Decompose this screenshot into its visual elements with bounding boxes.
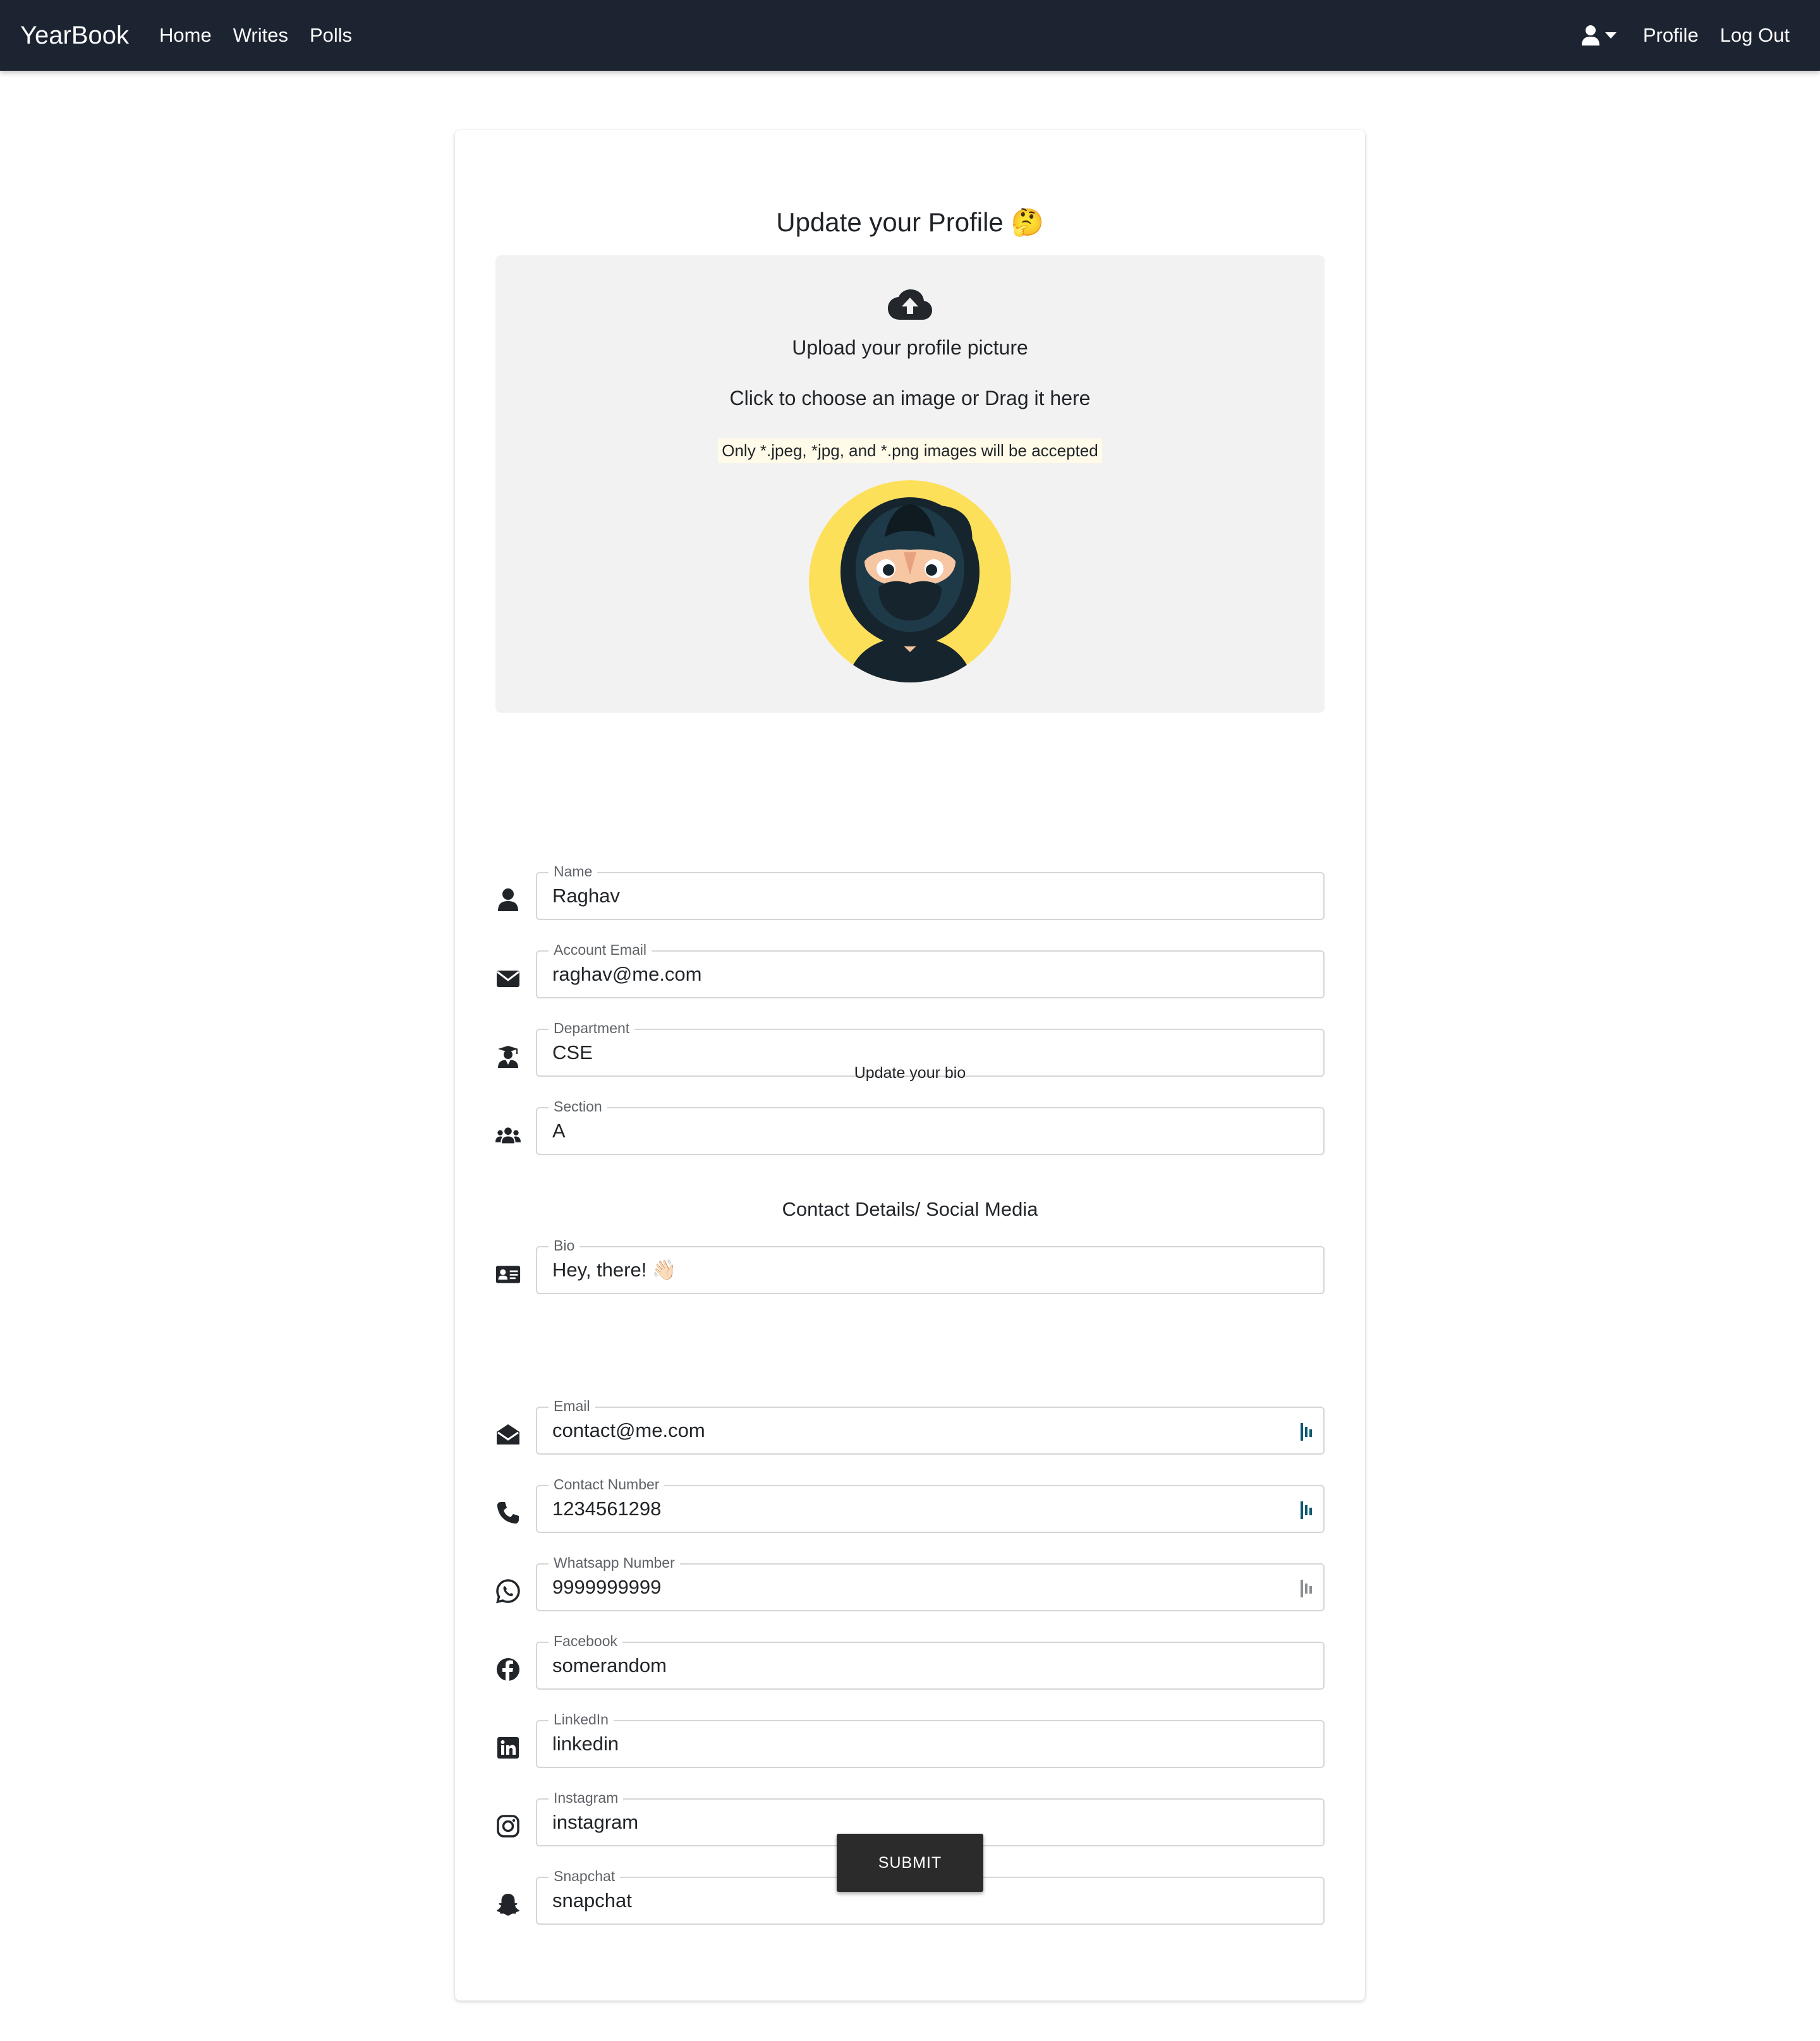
snapchat-label: Snapchat bbox=[549, 1867, 621, 1886]
ninja-avatar-image bbox=[809, 480, 1011, 682]
nav-link-profile[interactable]: Profile bbox=[1643, 24, 1699, 47]
upload-note: Only *.jpeg, *jpg, and *.png images will… bbox=[718, 439, 1102, 463]
section-input[interactable]: A bbox=[552, 1118, 566, 1144]
nav-link-logout[interactable]: Log Out bbox=[1720, 24, 1790, 47]
chevron-down-icon bbox=[1605, 32, 1617, 39]
linkedin-input[interactable]: linkedin bbox=[552, 1731, 619, 1757]
whatsapp-label: Whatsapp Number bbox=[549, 1553, 680, 1572]
envelope-open-icon bbox=[494, 1420, 522, 1448]
instagram-input[interactable]: instagram bbox=[552, 1810, 638, 1835]
contact-email-label: Email bbox=[549, 1396, 595, 1415]
nav-link-writes[interactable]: Writes bbox=[233, 24, 288, 47]
whatsapp-field[interactable]: Whatsapp Number 9999999999 bbox=[536, 1553, 1325, 1611]
submit-button[interactable]: SUBMIT bbox=[837, 1834, 983, 1892]
envelope-icon bbox=[494, 964, 522, 992]
contact-number-label: Contact Number bbox=[549, 1475, 665, 1494]
snapchat-input[interactable]: snapchat bbox=[552, 1888, 632, 1913]
instagram-label: Instagram bbox=[549, 1788, 624, 1807]
id-card-icon bbox=[494, 1260, 522, 1288]
facebook-input[interactable]: somerandom bbox=[552, 1653, 667, 1678]
facebook-icon bbox=[494, 1656, 522, 1683]
linkedin-field[interactable]: LinkedIn linkedin bbox=[536, 1710, 1325, 1768]
section-row: Section A bbox=[455, 1097, 1365, 1155]
linkedin-row: LinkedIn linkedin bbox=[455, 1710, 1365, 1768]
section-label: Section bbox=[549, 1097, 607, 1116]
contact-number-input[interactable]: 1234561298 bbox=[552, 1496, 661, 1522]
bio-label: Bio bbox=[549, 1236, 580, 1255]
avatar bbox=[809, 480, 1011, 682]
name-field[interactable]: Name Raghav bbox=[536, 862, 1325, 920]
contact-number-row: Contact Number 1234561298 bbox=[455, 1475, 1365, 1533]
contact-heading: Contact Details/ Social Media bbox=[782, 1198, 1038, 1220]
cloud-upload-icon bbox=[888, 289, 932, 320]
users-icon bbox=[494, 1121, 522, 1149]
facebook-row: Facebook somerandom bbox=[455, 1632, 1365, 1690]
nav-right: Profile Log Out bbox=[1581, 24, 1790, 47]
bio-input[interactable]: Hey, there! 👋🏻 bbox=[552, 1257, 677, 1283]
upload-title: Upload your profile picture bbox=[792, 336, 1028, 359]
name-input[interactable]: Raghav bbox=[552, 883, 620, 909]
contact-number-field[interactable]: Contact Number 1234561298 bbox=[536, 1475, 1325, 1533]
name-label: Name bbox=[549, 862, 598, 881]
password-manager-icon[interactable] bbox=[1298, 1578, 1317, 1599]
account-email-row: Account Email raghav@me.com bbox=[455, 940, 1365, 998]
department-label: Department bbox=[549, 1019, 635, 1038]
contact-email-field[interactable]: Email contact@me.com bbox=[536, 1396, 1325, 1455]
whatsapp-row: Whatsapp Number 9999999999 bbox=[455, 1553, 1365, 1611]
phone-icon bbox=[494, 1499, 522, 1527]
name-row: Name Raghav bbox=[455, 862, 1365, 920]
bio-row: Bio Hey, there! 👋🏻 bbox=[455, 1236, 1365, 1294]
snapchat-icon bbox=[494, 1891, 522, 1918]
contact-email-input[interactable]: contact@me.com bbox=[552, 1418, 705, 1443]
brand-logo[interactable]: YearBook bbox=[20, 21, 129, 50]
facebook-field[interactable]: Facebook somerandom bbox=[536, 1632, 1325, 1690]
user-icon bbox=[1581, 25, 1599, 45]
linkedin-icon bbox=[494, 1734, 522, 1762]
contact-email-row: Email contact@me.com bbox=[455, 1396, 1365, 1455]
linkedin-label: LinkedIn bbox=[549, 1710, 614, 1729]
bio-field[interactable]: Bio Hey, there! 👋🏻 bbox=[536, 1236, 1325, 1294]
account-email-field[interactable]: Account Email raghav@me.com bbox=[536, 940, 1325, 998]
nav-link-polls[interactable]: Polls bbox=[310, 24, 352, 47]
upload-note-wrap: Only *.jpeg, *jpg, and *.png images will… bbox=[495, 439, 1325, 463]
whatsapp-input[interactable]: 9999999999 bbox=[552, 1575, 661, 1600]
user-icon bbox=[494, 886, 522, 914]
upload-subtitle: Click to choose an image or Drag it here bbox=[729, 387, 1091, 409]
department-input[interactable]: CSE bbox=[552, 1040, 593, 1065]
user-dropdown[interactable] bbox=[1581, 25, 1617, 46]
upload-dropzone[interactable]: Upload your profile picture Click to cho… bbox=[495, 255, 1325, 713]
whatsapp-icon bbox=[494, 1577, 522, 1605]
page-title: Update your Profile 🤔 bbox=[776, 207, 1044, 237]
profile-card: Update your Profile 🤔 Upload your profil… bbox=[455, 130, 1365, 2001]
nav-link-home[interactable]: Home bbox=[159, 24, 212, 47]
password-manager-icon[interactable] bbox=[1298, 1422, 1317, 1442]
account-email-label: Account Email bbox=[549, 940, 652, 959]
navbar: YearBook Home Writes Polls Profile Log O… bbox=[0, 0, 1820, 71]
section-field[interactable]: Section A bbox=[536, 1097, 1325, 1155]
instagram-icon bbox=[494, 1812, 522, 1840]
facebook-label: Facebook bbox=[549, 1632, 623, 1650]
account-email-input[interactable]: raghav@me.com bbox=[552, 962, 702, 987]
bio-heading: Update your bio bbox=[854, 1064, 966, 1082]
password-manager-icon[interactable] bbox=[1298, 1500, 1317, 1520]
